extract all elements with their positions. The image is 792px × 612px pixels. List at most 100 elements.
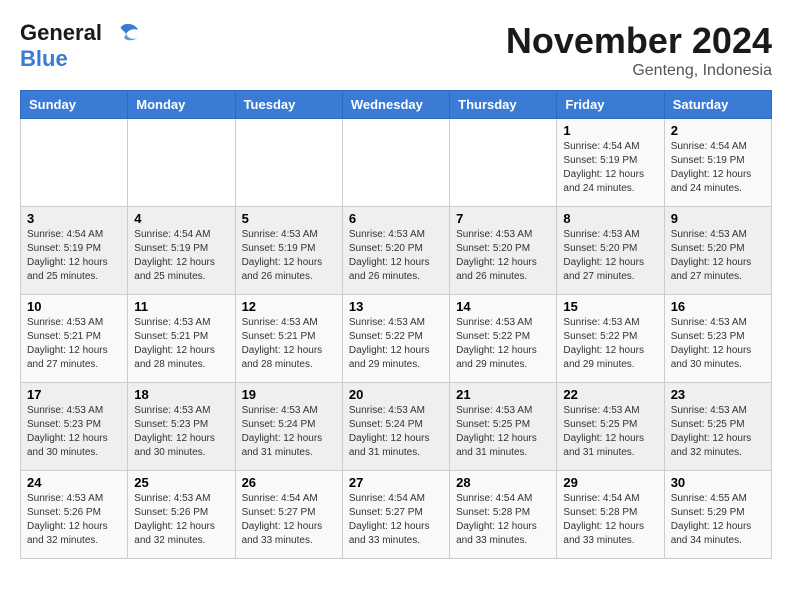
day-of-week-header: Wednesday (342, 91, 449, 119)
day-number: 15 (563, 299, 657, 314)
calendar-cell: 28Sunrise: 4:54 AM Sunset: 5:28 PM Dayli… (450, 471, 557, 559)
calendar-cell: 9Sunrise: 4:53 AM Sunset: 5:20 PM Daylig… (664, 207, 771, 295)
day-info: Sunrise: 4:54 AM Sunset: 5:19 PM Dayligh… (563, 140, 657, 196)
calendar-cell: 16Sunrise: 4:53 AM Sunset: 5:23 PM Dayli… (664, 295, 771, 383)
day-info: Sunrise: 4:53 AM Sunset: 5:26 PM Dayligh… (27, 492, 121, 548)
logo: General Blue (20, 20, 138, 72)
calendar-cell: 18 Sunrise: 4:53 AM Sunset: 5:23 PM Dayli… (128, 383, 235, 471)
calendar-cell: 24 Sunrise: 4:53 AM Sunset: 5:26 PM Dayli… (21, 471, 128, 559)
day-info: Sunrise: 4:53 AM Sunset: 5:20 PM Dayligh… (563, 228, 657, 284)
day-number: 22 (563, 387, 657, 402)
calendar-cell: 11Sunrise: 4:53 AM Sunset: 5:21 PM Dayli… (128, 295, 235, 383)
day-info: Sunrise: 4:54 AM Sunset: 5:27 PM Dayligh… (349, 492, 443, 548)
logo-text-general: General (20, 20, 102, 46)
day-info: Sunrise: 4:53 AM Sunset: 5:21 PM Dayligh… (242, 316, 336, 372)
calendar-cell: 3Sunrise: 4:54 AM Sunset: 5:19 PM Daylig… (21, 207, 128, 295)
day-number: 30 (671, 475, 765, 490)
logo-text-blue: Blue (20, 46, 68, 71)
calendar-cell: 14 Sunrise: 4:53 AM Sunset: 5:22 PM Dayli… (450, 295, 557, 383)
day-info: Sunrise: 4:53 AM Sunset: 5:22 PM Dayligh… (349, 316, 443, 372)
day-number: 12 (242, 299, 336, 314)
day-number: 14 (456, 299, 550, 314)
day-of-week-header: Tuesday (235, 91, 342, 119)
day-info: Sunrise: 4:53 AM Sunset: 5:20 PM Dayligh… (456, 228, 550, 284)
day-info: Sunrise: 4:53 AM Sunset: 5:19 PM Dayligh… (242, 228, 336, 284)
day-number: 29 (563, 475, 657, 490)
calendar-cell (342, 119, 449, 207)
day-number: 13 (349, 299, 443, 314)
day-info: Sunrise: 4:54 AM Sunset: 5:19 PM Dayligh… (671, 140, 765, 196)
calendar-week-row: 10 Sunrise: 4:53 AM Sunset: 5:21 PM Dayli… (21, 295, 772, 383)
logo-bird-icon (106, 22, 138, 44)
day-info: Sunrise: 4:54 AM Sunset: 5:28 PM Dayligh… (563, 492, 657, 548)
calendar-cell: 10 Sunrise: 4:53 AM Sunset: 5:21 PM Dayli… (21, 295, 128, 383)
header: General Blue November 2024 Genteng, Indo… (20, 20, 772, 80)
day-number: 3 (27, 211, 121, 226)
day-of-week-header: Sunday (21, 91, 128, 119)
calendar-cell: 20Sunrise: 4:53 AM Sunset: 5:24 PM Dayli… (342, 383, 449, 471)
calendar-cell: 21Sunrise: 4:53 AM Sunset: 5:25 PM Dayli… (450, 383, 557, 471)
day-info: Sunrise: 4:54 AM Sunset: 5:27 PM Dayligh… (242, 492, 336, 548)
day-of-week-header: Monday (128, 91, 235, 119)
calendar-cell: 25 Sunrise: 4:53 AM Sunset: 5:26 PM Dayli… (128, 471, 235, 559)
day-number: 1 (563, 123, 657, 138)
day-info: Sunrise: 4:53 AM Sunset: 5:26 PM Dayligh… (134, 492, 228, 548)
calendar-cell: 26 Sunrise: 4:54 AM Sunset: 5:27 PM Dayli… (235, 471, 342, 559)
month-title: November 2024 (506, 20, 772, 62)
day-number: 5 (242, 211, 336, 226)
day-number: 11 (134, 299, 228, 314)
calendar-cell: 22Sunrise: 4:53 AM Sunset: 5:25 PM Dayli… (557, 383, 664, 471)
day-number: 17 (27, 387, 121, 402)
calendar-cell: 7 Sunrise: 4:53 AM Sunset: 5:20 PM Daylig… (450, 207, 557, 295)
day-info: Sunrise: 4:53 AM Sunset: 5:22 PM Dayligh… (563, 316, 657, 372)
calendar-cell: 13 Sunrise: 4:53 AM Sunset: 5:22 PM Dayli… (342, 295, 449, 383)
day-number: 24 (27, 475, 121, 490)
day-number: 7 (456, 211, 550, 226)
calendar-cell: 15 Sunrise: 4:53 AM Sunset: 5:22 PM Dayli… (557, 295, 664, 383)
calendar-body: 1 Sunrise: 4:54 AM Sunset: 5:19 PM Daylig… (21, 119, 772, 559)
calendar-week-row: 1 Sunrise: 4:54 AM Sunset: 5:19 PM Daylig… (21, 119, 772, 207)
day-of-week-header: Saturday (664, 91, 771, 119)
day-info: Sunrise: 4:53 AM Sunset: 5:23 PM Dayligh… (27, 404, 121, 460)
calendar-cell: 19Sunrise: 4:53 AM Sunset: 5:24 PM Dayli… (235, 383, 342, 471)
day-info: Sunrise: 4:53 AM Sunset: 5:20 PM Dayligh… (349, 228, 443, 284)
day-number: 25 (134, 475, 228, 490)
calendar-cell (450, 119, 557, 207)
location-subtitle: Genteng, Indonesia (506, 62, 772, 80)
day-number: 18 (134, 387, 228, 402)
day-of-week-header: Thursday (450, 91, 557, 119)
day-number: 26 (242, 475, 336, 490)
day-info: Sunrise: 4:54 AM Sunset: 5:28 PM Dayligh… (456, 492, 550, 548)
day-number: 2 (671, 123, 765, 138)
calendar-week-row: 17 Sunrise: 4:53 AM Sunset: 5:23 PM Dayli… (21, 383, 772, 471)
calendar-cell: 30 Sunrise: 4:55 AM Sunset: 5:29 PM Dayli… (664, 471, 771, 559)
calendar-cell: 8 Sunrise: 4:53 AM Sunset: 5:20 PM Daylig… (557, 207, 664, 295)
calendar-cell: 6 Sunrise: 4:53 AM Sunset: 5:20 PM Daylig… (342, 207, 449, 295)
day-info: Sunrise: 4:53 AM Sunset: 5:21 PM Dayligh… (27, 316, 121, 372)
day-number: 10 (27, 299, 121, 314)
day-number: 4 (134, 211, 228, 226)
day-info: Sunrise: 4:53 AM Sunset: 5:25 PM Dayligh… (456, 404, 550, 460)
day-number: 23 (671, 387, 765, 402)
day-info: Sunrise: 4:53 AM Sunset: 5:24 PM Dayligh… (242, 404, 336, 460)
day-info: Sunrise: 4:54 AM Sunset: 5:19 PM Dayligh… (134, 228, 228, 284)
calendar-cell: 4 Sunrise: 4:54 AM Sunset: 5:19 PM Daylig… (128, 207, 235, 295)
calendar-cell: 2 Sunrise: 4:54 AM Sunset: 5:19 PM Daylig… (664, 119, 771, 207)
day-info: Sunrise: 4:53 AM Sunset: 5:22 PM Dayligh… (456, 316, 550, 372)
day-number: 16 (671, 299, 765, 314)
day-number: 6 (349, 211, 443, 226)
calendar-cell: 1 Sunrise: 4:54 AM Sunset: 5:19 PM Daylig… (557, 119, 664, 207)
day-info: Sunrise: 4:55 AM Sunset: 5:29 PM Dayligh… (671, 492, 765, 548)
calendar-cell (128, 119, 235, 207)
day-number: 8 (563, 211, 657, 226)
day-info: Sunrise: 4:53 AM Sunset: 5:23 PM Dayligh… (134, 404, 228, 460)
calendar-cell: 17 Sunrise: 4:53 AM Sunset: 5:23 PM Dayli… (21, 383, 128, 471)
calendar-cell: 23 Sunrise: 4:53 AM Sunset: 5:25 PM Dayli… (664, 383, 771, 471)
day-info: Sunrise: 4:53 AM Sunset: 5:20 PM Dayligh… (671, 228, 765, 284)
day-info: Sunrise: 4:53 AM Sunset: 5:25 PM Dayligh… (671, 404, 765, 460)
calendar-cell: 29 Sunrise: 4:54 AM Sunset: 5:28 PM Dayli… (557, 471, 664, 559)
title-section: November 2024 Genteng, Indonesia (506, 20, 772, 80)
calendar-week-row: 3 Sunrise: 4:54 AM Sunset: 5:19 PM Daylig… (21, 207, 772, 295)
day-number: 20 (349, 387, 443, 402)
calendar-cell: 27Sunrise: 4:54 AM Sunset: 5:27 PM Dayli… (342, 471, 449, 559)
